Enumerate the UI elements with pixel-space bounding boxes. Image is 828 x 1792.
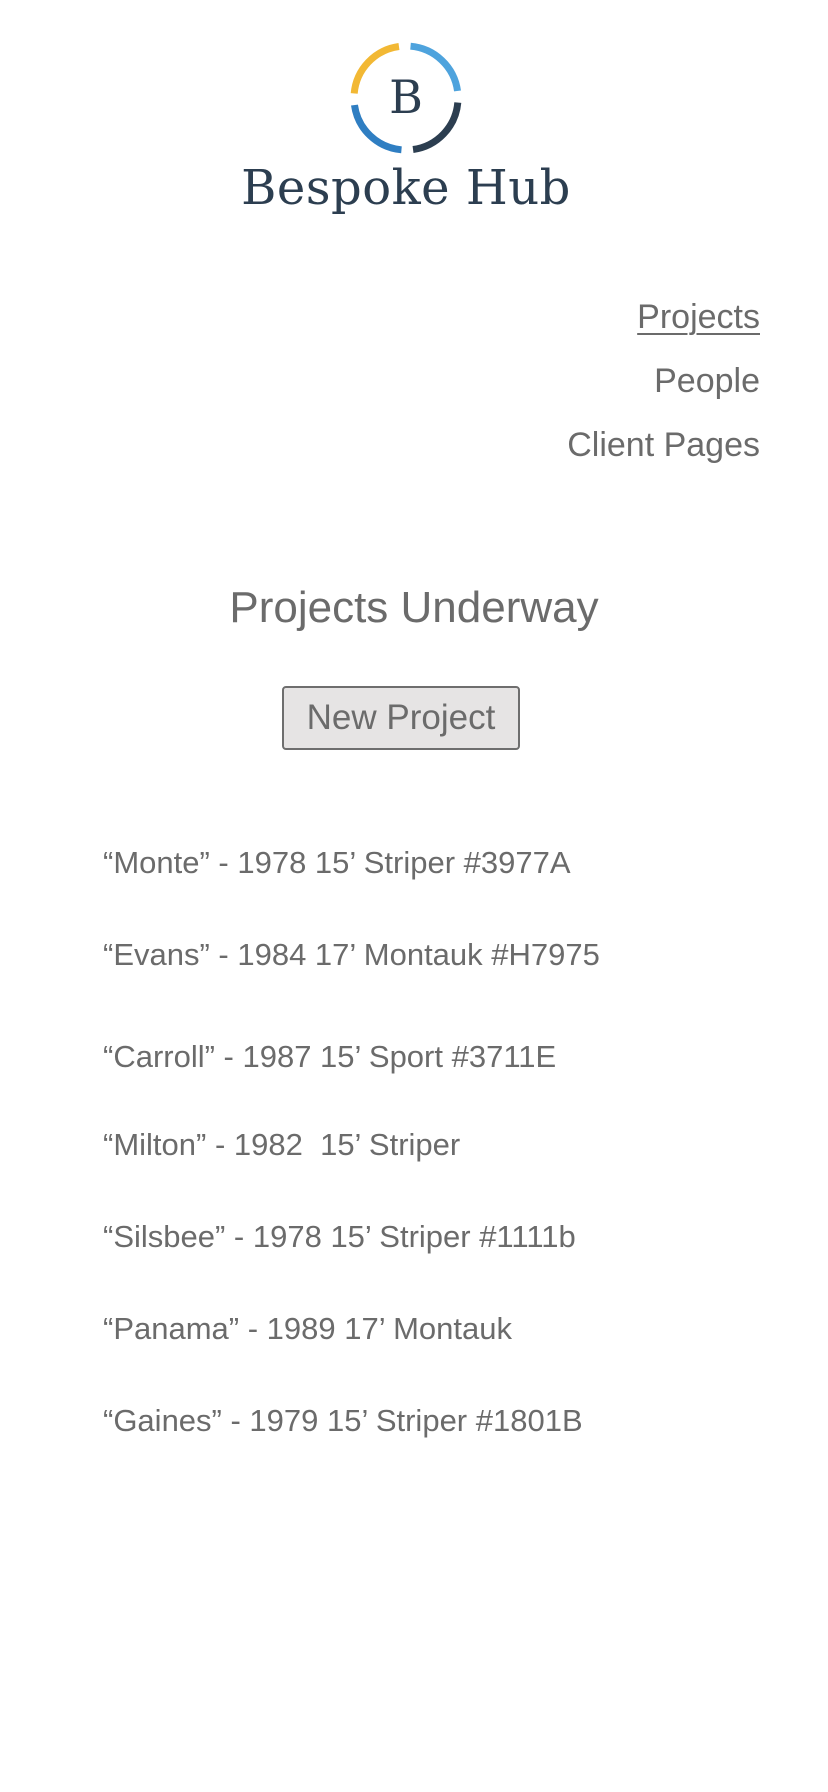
project-item-panama[interactable]: “Panama” - 1989 17’ Montauk — [103, 1311, 512, 1347]
project-item-monte[interactable]: “Monte” - 1978 15’ Striper #3977A — [103, 845, 571, 881]
nav-item-projects[interactable]: Projects — [567, 285, 760, 349]
logo-ring-icon: B — [350, 42, 462, 154]
nav-item-people[interactable]: People — [567, 349, 760, 413]
brand-logo: B Bespoke Hub — [0, 40, 812, 216]
project-item-silsbee[interactable]: “Silsbee” - 1978 15’ Striper #1111b — [103, 1219, 576, 1255]
nav-item-client-pages[interactable]: Client Pages — [567, 413, 760, 477]
project-item-carroll[interactable]: “Carroll” - 1987 15’ Sport #3711E — [103, 1039, 556, 1075]
project-item-gaines[interactable]: “Gaines” - 1979 15’ Striper #1801B — [103, 1403, 583, 1439]
new-project-button[interactable]: New Project — [282, 686, 520, 750]
brand-name: Bespoke Hub — [241, 160, 571, 216]
page-title: Projects Underway — [229, 583, 599, 632]
logo-letter: B — [389, 70, 423, 124]
project-item-milton[interactable]: “Milton” - 1982 15’ Striper — [103, 1127, 460, 1163]
main-nav: Projects People Client Pages — [567, 285, 760, 477]
project-item-evans[interactable]: “Evans” - 1984 17’ Montauk #H7975 — [103, 937, 600, 973]
